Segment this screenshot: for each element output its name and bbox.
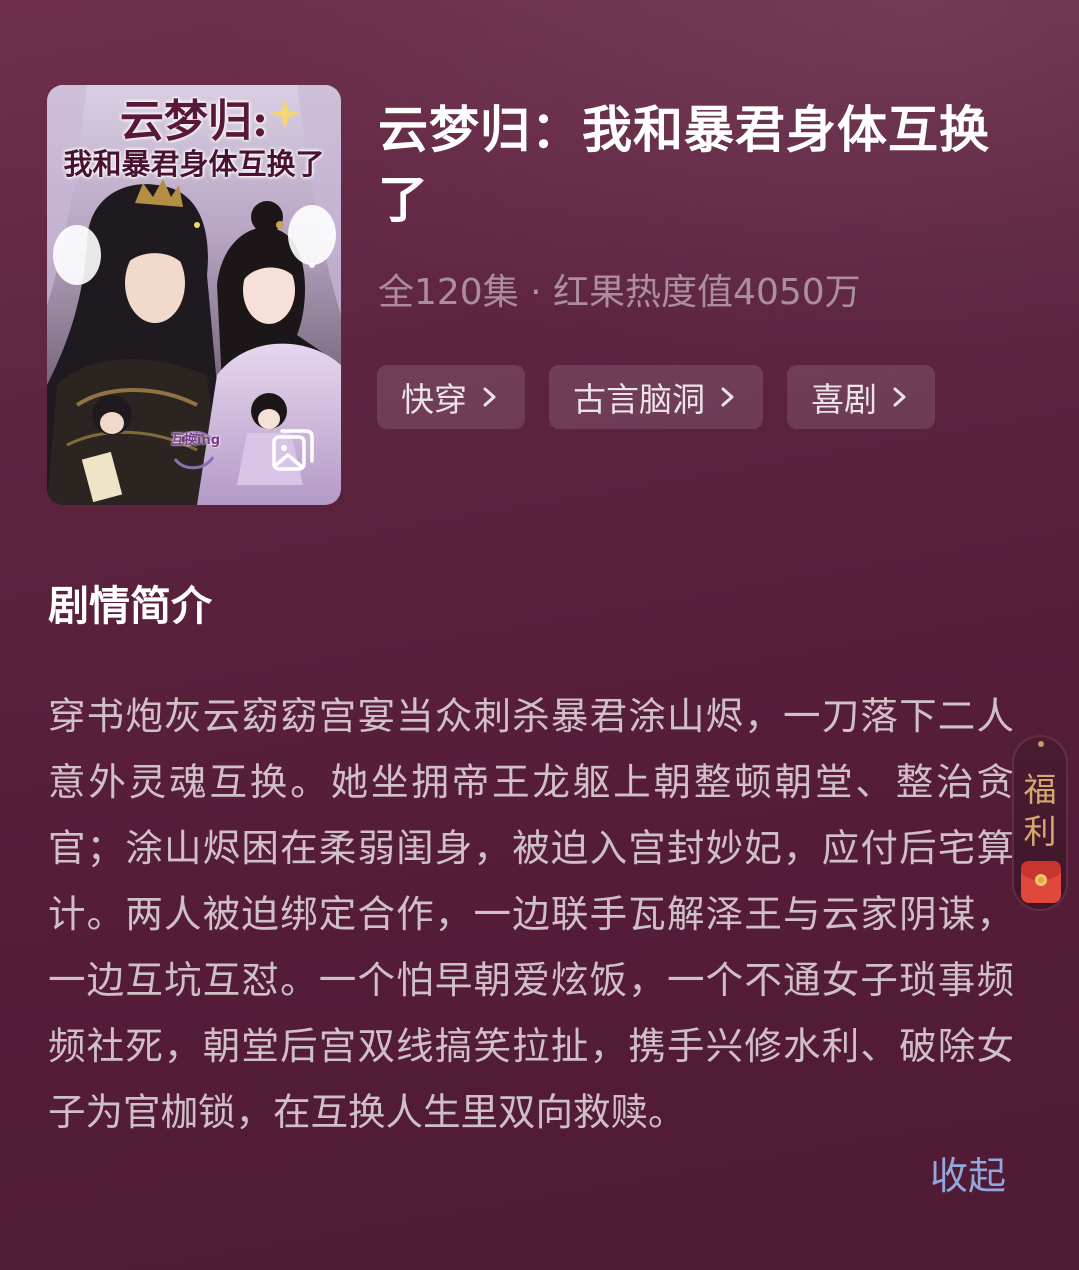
tag-list: 快穿 古言脑洞 喜剧 xyxy=(377,365,935,429)
tag-label: 喜剧 xyxy=(811,380,877,419)
cover-title-line2: 我和暴君身体互换了 xyxy=(63,147,325,181)
welfare-widget[interactable]: 福利 xyxy=(1012,735,1068,911)
gallery-icon[interactable] xyxy=(268,427,318,477)
synopsis-heading: 剧情简介 xyxy=(48,582,212,630)
drama-title: 云梦归：我和暴君身体互换了 xyxy=(378,101,990,229)
tag-label: 快穿 xyxy=(401,380,467,419)
cover-title: 云梦归: 我和暴君身体互换了 xyxy=(47,96,341,182)
tag-kuaichuan[interactable]: 快穿 xyxy=(377,365,525,429)
tag-guyan-naodong[interactable]: 古言脑洞 xyxy=(549,365,763,429)
collapse-button[interactable]: 收起 xyxy=(930,1143,1006,1209)
chevron-right-icon xyxy=(893,387,906,407)
tag-xiju[interactable]: 喜剧 xyxy=(787,365,935,429)
chevron-right-icon xyxy=(483,387,496,407)
chevron-right-icon xyxy=(721,387,734,407)
cover-swap-badge: 互换ing xyxy=(171,433,221,448)
tag-label: 古言脑洞 xyxy=(573,380,705,419)
welfare-dot xyxy=(1038,741,1044,747)
synopsis-text: 穿书炮灰云窈窈宫宴当众刺杀暴君涂山烬，一刀落下二人意外灵魂互换。她坐拥帝王龙躯上… xyxy=(48,694,1014,1134)
cover-title-line1: 云梦归: xyxy=(119,96,269,147)
welfare-label: 福利 xyxy=(1023,770,1057,851)
drama-meta: 全120集 · 红果热度值4050万 xyxy=(378,272,861,313)
red-packet-icon xyxy=(1021,861,1061,903)
